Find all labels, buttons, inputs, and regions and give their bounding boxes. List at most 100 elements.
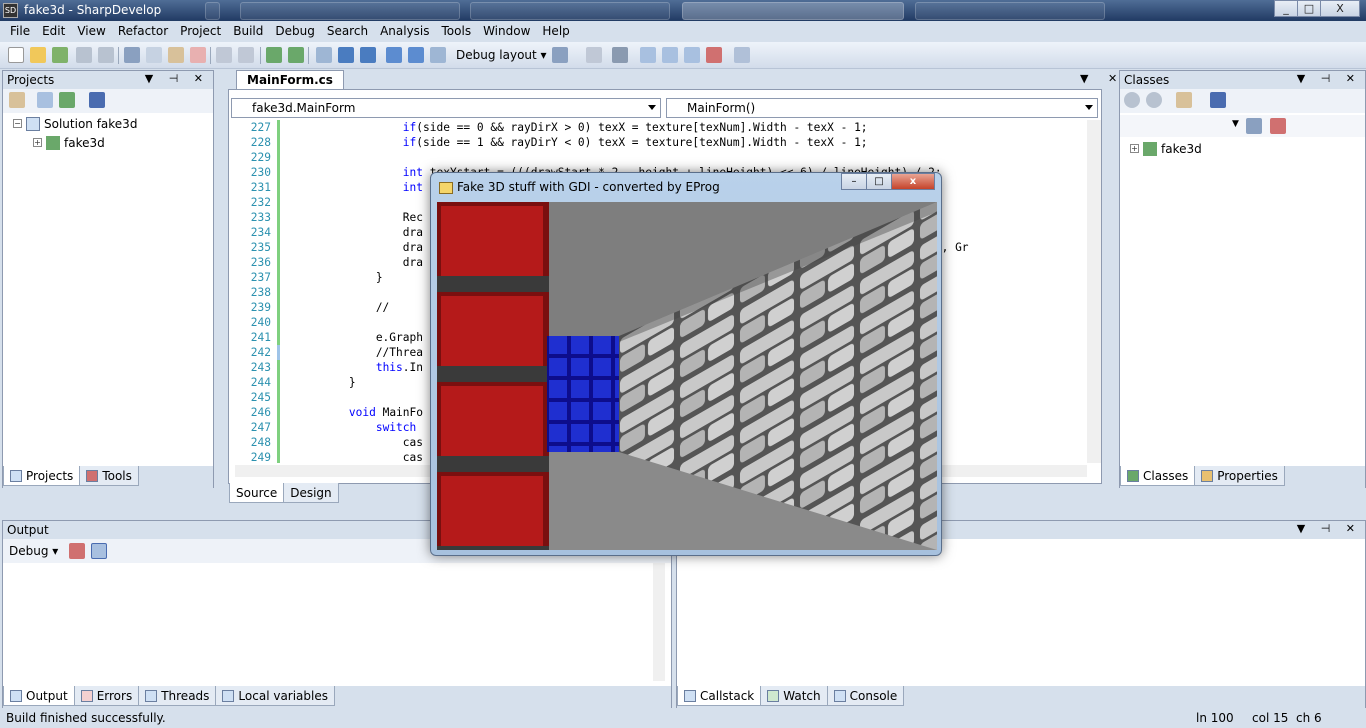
menu-search[interactable]: Search [321,21,374,42]
expand-toggle[interactable]: + [1130,144,1139,153]
pane-controls[interactable]: ▼ ⊣ ✕ [1297,72,1361,85]
line-number: 228 [250,136,271,149]
tab-properties[interactable]: Properties [1194,466,1285,486]
build-icon[interactable] [266,47,282,63]
word-wrap-icon[interactable] [91,543,107,559]
chevron-down-icon[interactable]: ▼ [1232,119,1239,129]
maximize-button[interactable]: □ [1297,0,1321,17]
book-icon[interactable] [89,92,105,108]
dialog-close-button[interactable]: x [891,173,935,190]
print-icon[interactable] [662,47,678,63]
paste-icon[interactable] [168,47,184,63]
output-scroll[interactable] [653,563,665,681]
step-out-icon[interactable] [430,47,446,63]
delete-icon[interactable] [190,47,206,63]
copy-icon[interactable] [146,47,162,63]
forward-icon[interactable] [1146,92,1162,108]
minimize-button[interactable]: _ [1274,0,1298,17]
print-preview-icon[interactable] [684,47,700,63]
menu-build[interactable]: Build [227,21,269,42]
tab-errors[interactable]: Errors [73,686,140,706]
editor-vscroll[interactable] [1087,120,1101,463]
tab-classes[interactable]: Classes [1120,466,1196,486]
menu-project[interactable]: Project [174,21,227,42]
tab-threads[interactable]: Threads [138,686,217,706]
window-icon[interactable] [640,47,656,63]
expand-toggle[interactable]: + [33,138,42,147]
open-project-icon[interactable] [52,47,68,63]
redo-icon[interactable] [238,47,254,63]
menu-analysis[interactable]: Analysis [374,21,435,42]
tree-project[interactable]: + fake3d [13,133,137,152]
collapse-icon[interactable] [37,92,53,108]
book-icon[interactable] [1210,92,1226,108]
layout-dropdown[interactable]: Debug layout ▾ [452,46,551,65]
rebuild-icon[interactable] [288,47,304,63]
search-icon[interactable] [1246,118,1262,134]
run-icon[interactable] [316,47,332,63]
menu-edit[interactable]: Edit [36,21,71,42]
pane-controls[interactable]: ▼ ⊣ ✕ [145,72,209,85]
line-number: 232 [250,196,271,209]
new-file-icon[interactable] [8,47,24,63]
tab-source[interactable]: Source [229,483,285,503]
code-line[interactable]: 227 if(side == 0 && rayDirX > 0) texX = … [229,120,1089,135]
close-button[interactable]: X [1320,0,1360,17]
tab-design[interactable]: Design [283,483,339,503]
projects-pane: Projects ▼ ⊣ ✕ − Solution fake3d + fake3d P… [2,70,214,488]
refresh-icon[interactable] [59,92,75,108]
tab-mainform-cs[interactable]: MainForm.cs [236,70,344,89]
menu-window[interactable]: Window [477,21,536,42]
code-line[interactable]: 229 [229,150,1089,165]
collapse-toggle[interactable]: − [13,119,22,128]
member-combo[interactable]: MainForm() [666,98,1098,118]
find-icon[interactable] [552,47,568,63]
tab-local-variables[interactable]: Local variables [215,686,335,706]
dialog-minimize-button[interactable]: – [841,173,867,190]
tab-callstack[interactable]: Callstack [677,686,762,706]
render-canvas[interactable] [437,202,937,550]
step-over-icon[interactable] [386,47,402,63]
line-number: 247 [250,421,271,434]
properties-icon[interactable] [9,92,25,108]
filter-icon[interactable] [1176,92,1192,108]
undo-icon[interactable] [216,47,232,63]
tab-console[interactable]: Console [826,686,905,706]
class-combo[interactable]: fake3d.MainForm [231,98,661,118]
back-icon[interactable] [1124,92,1140,108]
menu-file[interactable]: File [4,21,36,42]
change-marker [277,450,280,463]
tab-output[interactable]: Output [3,686,75,706]
clear-icon[interactable] [1270,118,1286,134]
output-source-dropdown[interactable]: Debug ▾ [9,544,58,558]
pane-controls[interactable]: ▼ ⊣ ✕ [1297,522,1361,535]
open-icon[interactable] [30,47,46,63]
menu-help[interactable]: Help [536,21,575,42]
menu-view[interactable]: View [71,21,111,42]
search-icon[interactable] [734,47,750,63]
fake3d-window[interactable]: Fake 3D stuff with GDI - converted by EP… [430,172,942,556]
tab-projects[interactable]: Projects [3,466,81,486]
clear-output-icon[interactable] [69,543,85,559]
tree-class-root[interactable]: + fake3d [1130,139,1202,158]
tab-watch[interactable]: Watch [760,686,828,706]
pause-icon[interactable] [338,47,354,63]
tools-icon [86,469,99,482]
menu-refactor[interactable]: Refactor [112,21,174,42]
save-icon[interactable] [76,47,92,63]
cut-icon[interactable] [124,47,140,63]
line-number: 242 [250,346,271,359]
menu-debug[interactable]: Debug [269,21,320,42]
dialog-maximize-button[interactable]: □ [866,173,892,190]
code-line[interactable]: 228 if(side == 1 && rayDirY < 0) texX = … [229,135,1089,150]
stop-icon[interactable] [360,47,376,63]
close-all-icon[interactable] [706,47,722,63]
step-into-icon[interactable] [408,47,424,63]
menu-tools[interactable]: Tools [436,21,478,42]
document-icon[interactable] [586,47,602,63]
errors-icon [80,689,93,702]
tree-solution[interactable]: − Solution fake3d [13,114,137,133]
format-icon[interactable] [612,47,628,63]
tab-tools[interactable]: Tools [79,466,139,486]
save-all-icon[interactable] [98,47,114,63]
